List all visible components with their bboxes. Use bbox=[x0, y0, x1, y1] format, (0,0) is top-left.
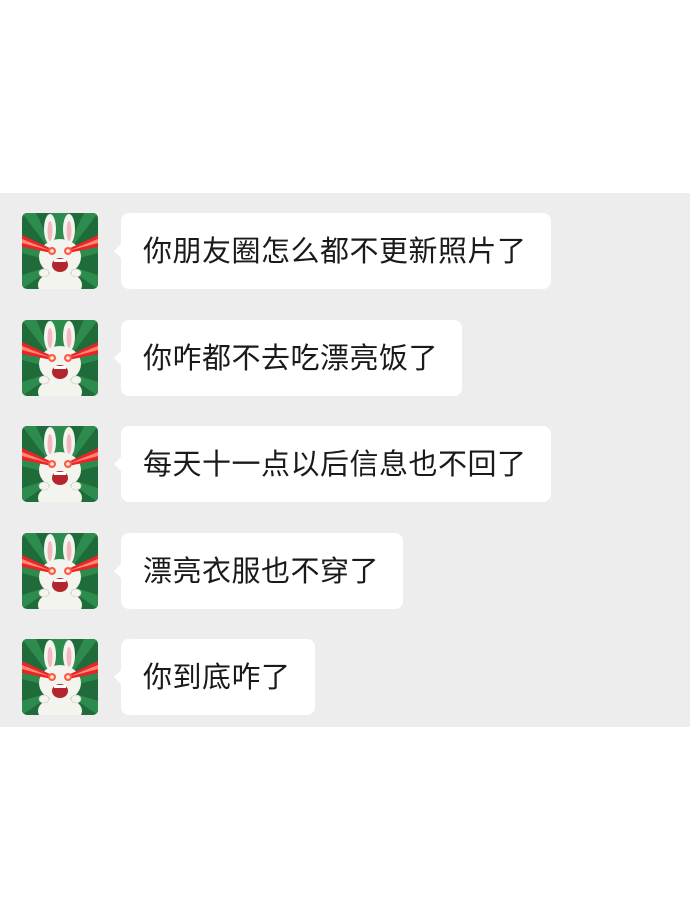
message-text: 你朋友圈怎么都不更新照片了 bbox=[143, 233, 527, 268]
sender-avatar[interactable] bbox=[22, 213, 98, 289]
message-text: 你到底咋了 bbox=[143, 659, 291, 694]
message-bubble[interactable]: 每天十一点以后信息也不回了 bbox=[114, 426, 551, 502]
message-bubble[interactable]: 你朋友圈怎么都不更新照片了 bbox=[114, 213, 551, 289]
sender-avatar[interactable] bbox=[22, 533, 98, 609]
chat-panel: 你朋友圈怎么都不更新照片了 你咋都不去吃漂亮饭了 每天十一点以后信息也不回了 漂… bbox=[0, 193, 690, 727]
sender-avatar[interactable] bbox=[22, 426, 98, 502]
sender-avatar[interactable] bbox=[22, 320, 98, 396]
bunny-avatar-icon bbox=[22, 426, 98, 502]
message-row: 漂亮衣服也不穿了 bbox=[0, 533, 690, 609]
sender-avatar[interactable] bbox=[22, 639, 98, 715]
message-bubble[interactable]: 漂亮衣服也不穿了 bbox=[113, 533, 404, 609]
message-bubble[interactable]: 你咋都不去吃漂亮饭了 bbox=[113, 320, 463, 396]
message-row: 每天十一点以后信息也不回了 bbox=[0, 426, 690, 502]
message-row: 你咋都不去吃漂亮饭了 bbox=[0, 320, 690, 396]
message-row: 你到底咋了 bbox=[0, 639, 690, 715]
message-text: 每天十一点以后信息也不回了 bbox=[143, 446, 527, 481]
message-bubble[interactable]: 你到底咋了 bbox=[114, 639, 315, 715]
bunny-avatar-icon bbox=[22, 533, 98, 609]
message-text: 漂亮衣服也不穿了 bbox=[143, 553, 380, 588]
message-row: 你朋友圈怎么都不更新照片了 bbox=[0, 213, 690, 289]
bunny-avatar-icon bbox=[22, 320, 98, 396]
bunny-avatar-icon bbox=[22, 639, 98, 715]
message-text: 你咋都不去吃漂亮饭了 bbox=[143, 340, 439, 375]
bunny-avatar-icon bbox=[22, 213, 98, 289]
